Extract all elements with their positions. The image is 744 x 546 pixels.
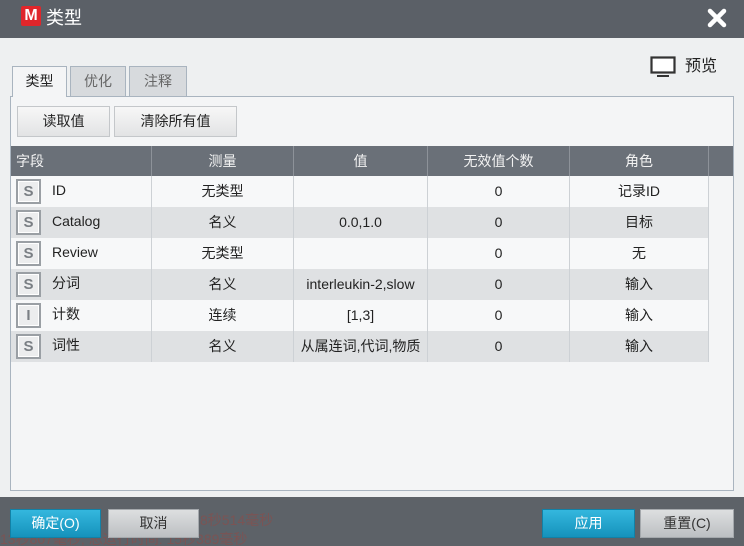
type-dialog: M 类型 预览 类型 优化 注释 读取值 清除所有值 字段 测量 值 无效值个数… [0, 0, 744, 546]
table-row[interactable]: S Catalog 名义 0.0,1.0 0 目标 [11, 207, 709, 238]
role-cell[interactable]: 输入 [570, 331, 709, 362]
role-cell[interactable]: 无 [570, 238, 709, 269]
monitor-icon [650, 56, 676, 78]
invalid-count-cell[interactable]: 0 [428, 238, 570, 269]
values-cell[interactable]: interleukin-2,slow [294, 269, 428, 300]
close-icon[interactable] [706, 7, 728, 29]
column-header-field[interactable]: 字段 [11, 146, 152, 176]
field-name: Review [52, 244, 98, 260]
field-cell: S Catalog [11, 207, 152, 238]
string-type-icon: S [16, 272, 41, 297]
tab-optimize[interactable]: 优化 [70, 66, 126, 97]
field-name: Catalog [52, 213, 101, 229]
title-bar: M 类型 [0, 0, 744, 38]
column-header-role[interactable]: 角色 [570, 146, 709, 176]
string-type-icon: S [16, 241, 41, 266]
column-header-values[interactable]: 值 [294, 146, 428, 176]
string-type-icon: S [16, 334, 41, 359]
tab-annotations[interactable]: 注释 [129, 66, 187, 97]
values-cell[interactable]: 0.0,1.0 [294, 207, 428, 238]
cancel-button[interactable]: 取消 [108, 509, 199, 538]
preview-label: 预览 [685, 58, 718, 75]
field-cell: S 分词 [11, 269, 152, 300]
tab-type[interactable]: 类型 [12, 66, 67, 97]
background-log-line: 8秒514毫秒 [200, 512, 274, 528]
column-header-measure[interactable]: 测量 [152, 146, 294, 176]
values-cell[interactable] [294, 238, 428, 269]
role-cell[interactable]: 输入 [570, 269, 709, 300]
app-logo-icon: M [21, 6, 41, 26]
reset-button[interactable]: 重置(C) [640, 509, 734, 538]
invalid-count-cell[interactable]: 0 [428, 331, 570, 362]
field-cell: S 词性 [11, 331, 152, 362]
column-header-extra [709, 146, 733, 176]
measure-cell[interactable]: 名义 [152, 331, 294, 362]
field-cell: S Review [11, 238, 152, 269]
apply-button[interactable]: 应用 [542, 509, 635, 538]
table-row[interactable]: S Review 无类型 0 无 [11, 238, 709, 269]
values-cell[interactable] [294, 176, 428, 207]
table-row[interactable]: S 分词 名义 interleukin-2,slow 0 输入 [11, 269, 709, 300]
field-cell: I 计数 [11, 300, 152, 331]
measure-cell[interactable]: 无类型 [152, 238, 294, 269]
string-type-icon: S [16, 210, 41, 235]
values-cell[interactable]: [1,3] [294, 300, 428, 331]
field-name: ID [52, 182, 66, 198]
table-row[interactable]: S ID 无类型 0 记录ID [11, 176, 709, 207]
field-cell: S ID [11, 176, 152, 207]
window-title: 类型 [46, 8, 82, 28]
table-header: 字段 测量 值 无效值个数 角色 [11, 146, 733, 176]
role-cell[interactable]: 目标 [570, 207, 709, 238]
integer-type-icon: I [16, 303, 41, 328]
measure-cell[interactable]: 名义 [152, 207, 294, 238]
ok-button[interactable]: 确定(O) [10, 509, 101, 538]
invalid-count-cell[interactable]: 0 [428, 207, 570, 238]
measure-cell[interactable]: 名义 [152, 269, 294, 300]
role-cell[interactable]: 输入 [570, 300, 709, 331]
measure-cell[interactable]: 无类型 [152, 176, 294, 207]
table-row[interactable]: I 计数 连续 [1,3] 0 输入 [11, 300, 709, 331]
table-row[interactable]: S 词性 名义 从属连词,代词,物质 0 输入 [11, 331, 709, 362]
read-values-button[interactable]: 读取值 [17, 106, 110, 137]
invalid-count-cell[interactable]: 0 [428, 300, 570, 331]
column-header-invalid-count[interactable]: 无效值个数 [428, 146, 570, 176]
invalid-count-cell[interactable]: 0 [428, 269, 570, 300]
field-name: 分词 [52, 275, 80, 291]
role-cell[interactable]: 记录ID [570, 176, 709, 207]
field-name: 词性 [52, 337, 80, 353]
string-type-icon: S [16, 179, 41, 204]
clear-all-values-button[interactable]: 清除所有值 [114, 106, 237, 137]
preview-button[interactable]: 预览 [648, 54, 728, 80]
invalid-count-cell[interactable]: 0 [428, 176, 570, 207]
field-name: 计数 [52, 306, 80, 322]
values-cell[interactable]: 从属连词,代词,物质 [294, 331, 428, 362]
measure-cell[interactable]: 连续 [152, 300, 294, 331]
